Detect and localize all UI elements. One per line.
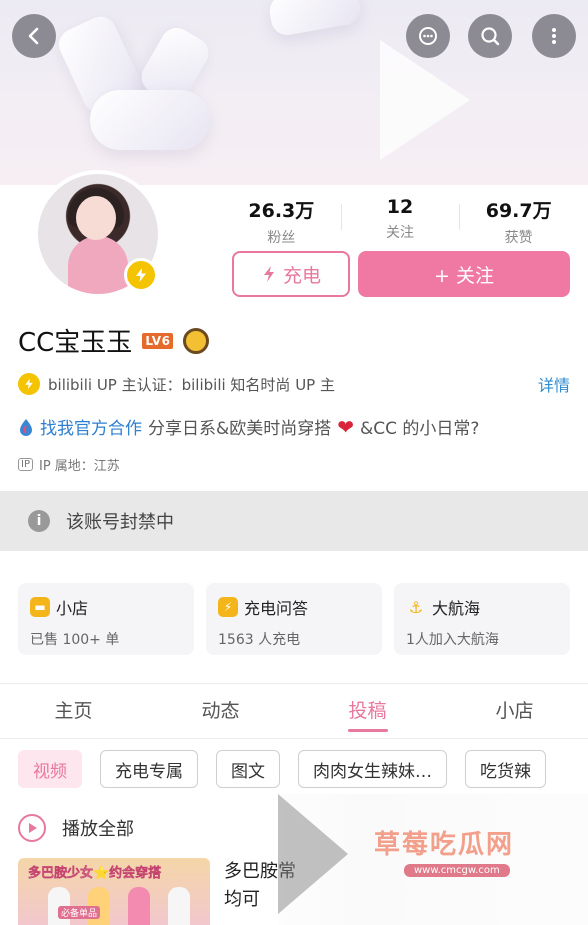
chip-collection[interactable]: 肉肉女生辣妹…: [298, 750, 447, 788]
voyage-icon: ⚓: [408, 597, 424, 617]
stat-label: 关注: [386, 225, 414, 241]
verification-row: bilibili UP 主认证：bilibili 知名时尚 UP 主 详情: [18, 372, 570, 396]
search-icon: [481, 27, 500, 46]
card-subtitle: 已售 100+ 单: [30, 632, 120, 648]
chip-video[interactable]: 视频: [18, 750, 82, 788]
medal-icon[interactable]: [183, 327, 210, 354]
ip-location: IP 属地：江苏: [38, 459, 120, 474]
tab-dynamics[interactable]: 动态: [147, 684, 294, 736]
stat-fans[interactable]: 26.3万 粉丝: [222, 196, 341, 247]
message-icon: [419, 27, 437, 45]
username: CC宝玉玉: [18, 328, 133, 358]
detail-link[interactable]: 详情: [538, 372, 570, 396]
tab-uploads[interactable]: 投稿: [294, 684, 441, 736]
verification-text: bilibili UP 主认证：bilibili 知名时尚 UP 主: [48, 375, 335, 394]
profile-tabs: 主页 动态 投稿 小店: [0, 684, 588, 736]
thumbnail-figure: [128, 887, 150, 925]
search-button[interactable]: [468, 14, 512, 58]
card-subtitle: 1563 人充电: [218, 632, 301, 648]
cooperation-icon: [20, 418, 32, 436]
info-icon: i: [28, 510, 50, 532]
stat-likes[interactable]: 69.7万 获赞: [459, 196, 578, 247]
stat-following[interactable]: 12 关注: [340, 196, 460, 247]
watermark-overlay: 草莓吃瓜网 www.cmcgw.com: [278, 794, 588, 925]
card-title: 大航海: [432, 599, 481, 618]
chip-charge-exclusive[interactable]: 充电专属: [100, 750, 198, 788]
cooperation-link[interactable]: 找我官方合作: [40, 414, 142, 439]
chip-image-text[interactable]: 图文: [216, 750, 280, 788]
card-shop[interactable]: ▬ 小店 已售 100+ 单: [18, 583, 194, 655]
banned-notice: i 该账号封禁中: [0, 491, 588, 551]
back-button[interactable]: [12, 14, 56, 58]
watermark-play-shape: [278, 794, 348, 914]
charge-button[interactable]: 充电: [232, 251, 350, 297]
follow-label: + 关注: [434, 264, 494, 287]
banned-notice-text: 该账号封禁中: [66, 512, 174, 533]
watermark-url: www.cmcgw.com: [404, 864, 510, 877]
card-title: 小店: [56, 599, 89, 618]
card-subtitle: 1人加入大航海: [406, 632, 499, 648]
shop-icon: ▬: [30, 597, 50, 617]
stat-label: 粉丝: [267, 230, 296, 246]
bio-text-tail: &CC 的小日常?: [360, 419, 480, 439]
profile-banner: [0, 0, 588, 185]
verified-small-icon: [18, 373, 40, 395]
banner-play-shape: [380, 40, 470, 160]
banner-decoration: [90, 90, 210, 150]
more-icon: [552, 28, 556, 44]
video-thumbnail[interactable]: 多巴胺少女⭐约会穿搭 必备单品: [18, 858, 210, 925]
ip-row: IP IP 属地：江苏: [18, 455, 120, 474]
tab-shop[interactable]: 小店: [441, 684, 588, 736]
ip-icon: IP: [18, 458, 33, 471]
stat-label: 获赞: [504, 230, 533, 246]
banner-decoration: [267, 0, 363, 38]
bio-text: 分享日系&欧美时尚穿搭: [148, 419, 332, 439]
divider: [0, 738, 588, 739]
stat-value: 12: [386, 196, 414, 218]
lightning-icon: [263, 266, 274, 282]
charge-qa-icon: ⚡: [218, 597, 238, 617]
thumbnail-caption: 多巴胺少女⭐约会穿搭: [28, 866, 162, 881]
card-title: 充电问答: [244, 599, 309, 618]
watermark-title: 草莓吃瓜网: [374, 830, 515, 860]
chip-foodie[interactable]: 吃货辣: [465, 750, 546, 788]
play-all-button[interactable]: 播放全部: [18, 814, 134, 842]
feature-cards: ▬ 小店 已售 100+ 单 ⚡ 充电问答 1563 人充电 ⚓ 大航海 1人加…: [18, 583, 570, 655]
level-badge: LV6: [142, 332, 174, 349]
play-icon: [18, 814, 46, 842]
stat-value: 69.7万: [485, 200, 552, 222]
message-button[interactable]: [406, 14, 450, 58]
avatar-figure: [68, 236, 128, 294]
card-voyage[interactable]: ⚓ 大航海 1人加入大航海: [394, 583, 570, 655]
name-row: CC宝玉玉 LV6: [18, 322, 210, 359]
card-charge-qa[interactable]: ⚡ 充电问答 1563 人充电: [206, 583, 382, 655]
filter-chips: 视频 充电专属 图文 肉肉女生辣妹… 吃货辣: [18, 750, 588, 788]
verified-badge-icon: [124, 258, 158, 292]
thumbnail-tag: 必备单品: [58, 906, 101, 919]
bio-row: 找我官方合作 分享日系&欧美时尚穿搭 ❤ &CC 的小日常?: [18, 414, 479, 439]
charge-label: 充电: [282, 264, 321, 287]
follow-button[interactable]: + 关注: [358, 251, 570, 297]
thumbnail-figure: [168, 887, 190, 925]
avatar-figure: [76, 196, 116, 240]
profile-stats: 26.3万 粉丝 12 关注 69.7万 获赞: [222, 196, 578, 247]
tab-home[interactable]: 主页: [0, 684, 147, 736]
stat-value: 26.3万: [248, 200, 315, 222]
more-button[interactable]: [532, 14, 576, 58]
back-icon: [28, 27, 39, 45]
play-all-label: 播放全部: [62, 819, 134, 840]
heart-icon: ❤: [337, 414, 355, 439]
